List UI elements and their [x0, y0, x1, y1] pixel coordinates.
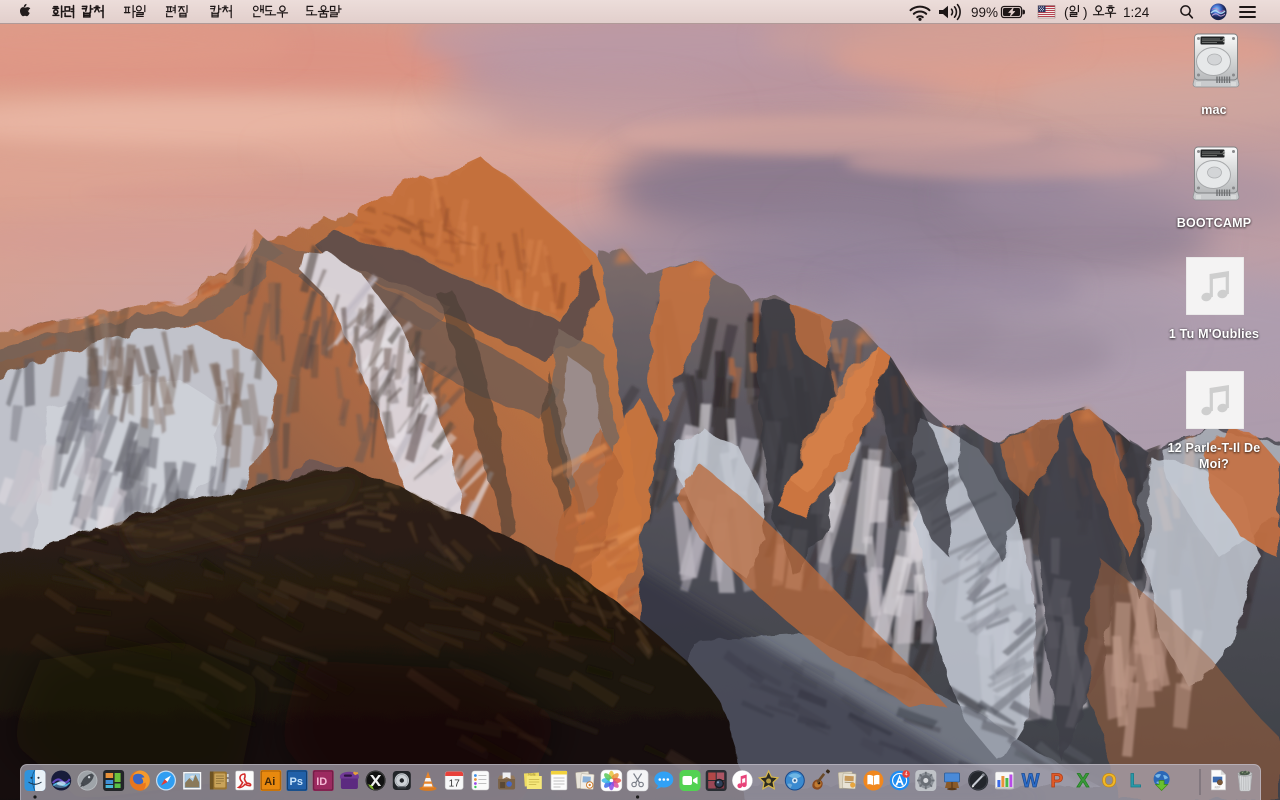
svg-text:(: (: [1064, 5, 1069, 20]
svg-text:ID: ID: [316, 776, 327, 788]
svg-text:P: P: [1050, 771, 1063, 792]
svg-text:W: W: [1022, 771, 1040, 792]
svg-text:Ai: Ai: [264, 776, 275, 788]
svg-text:4: 4: [905, 772, 908, 778]
svg-text:Note: Note: [528, 773, 535, 777]
svg-text:17: 17: [449, 779, 461, 790]
svg-text:1:24: 1:24: [1123, 5, 1150, 20]
svg-text:99%: 99%: [971, 5, 998, 20]
svg-text:X: X: [1077, 771, 1090, 792]
svg-text:RTF: RTF: [1215, 786, 1221, 790]
svg-text:L: L: [1130, 771, 1142, 792]
svg-text:Ps: Ps: [290, 776, 303, 788]
svg-text:O: O: [1102, 771, 1117, 792]
svg-text:): ): [1083, 5, 1088, 20]
